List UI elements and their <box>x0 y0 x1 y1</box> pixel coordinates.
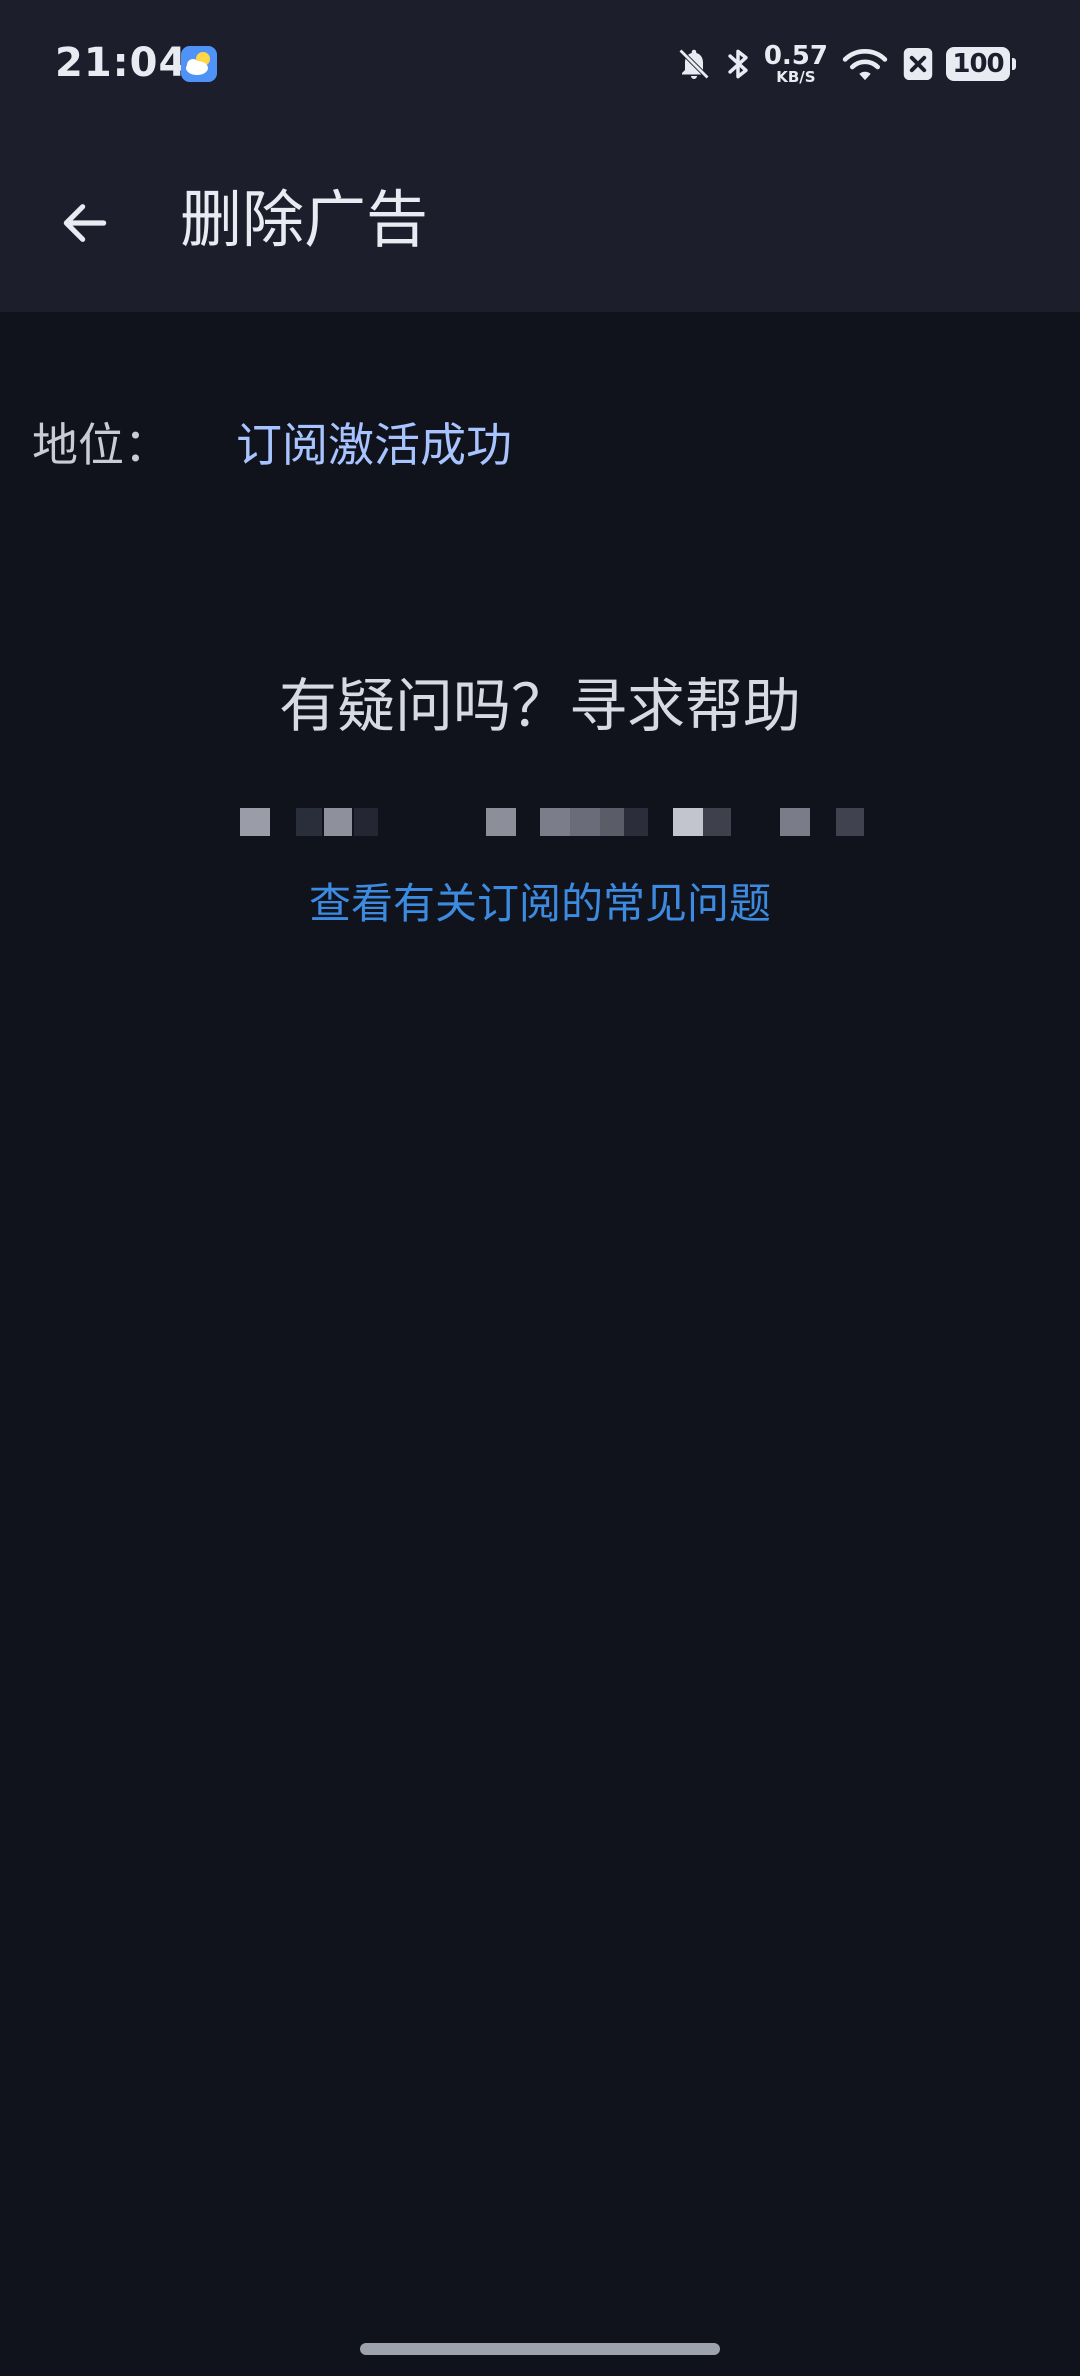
network-speed-value: 0.57 <box>763 41 828 71</box>
subscription-status: 地位： 订阅激活成功 <box>32 415 512 475</box>
help-title: 有疑问吗？寻求帮助 <box>278 672 801 740</box>
status-icons: 0.57 KB/S 100 <box>676 38 1016 90</box>
screen: 21:04 0.57 KB/S 100 删除广告 地位： 订阅激活成功 有疑问吗… <box>0 0 1080 2376</box>
weather-icon <box>181 46 217 82</box>
faq-link[interactable]: 查看有关订阅的常见问题 <box>0 876 1080 932</box>
app-bar: 删除广告 <box>0 128 1080 312</box>
page-title: 删除广告 <box>180 183 429 256</box>
network-speed: 0.57 KB/S <box>764 43 828 85</box>
bluetooth-icon <box>728 49 748 79</box>
home-indicator[interactable] <box>360 2343 720 2355</box>
back-button[interactable] <box>40 178 130 268</box>
top-area: 21:04 0.57 KB/S 100 删除广告 <box>0 0 1080 312</box>
arrow-left-icon <box>63 204 107 242</box>
wifi-icon <box>842 49 888 81</box>
bell-off-icon <box>678 48 709 80</box>
status-value: 订阅激活成功 <box>236 418 512 472</box>
battery-icon: 100 <box>946 47 1016 81</box>
close-box-icon <box>903 48 933 80</box>
status-time: 21:04 <box>55 40 188 86</box>
status-label: 地位： <box>32 418 170 472</box>
status-bar: 21:04 0.57 KB/S 100 <box>0 0 1080 128</box>
network-speed-unit: KB/S <box>776 68 816 86</box>
redacted-contact-info <box>0 808 1080 840</box>
